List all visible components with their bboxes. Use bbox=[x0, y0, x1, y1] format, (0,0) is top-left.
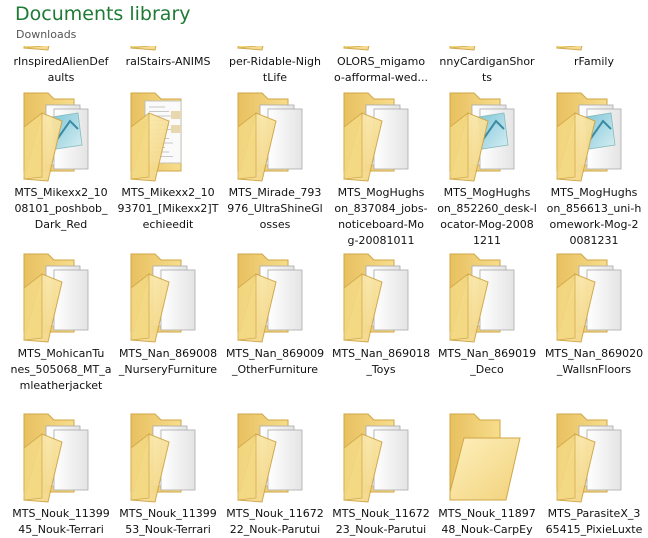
library-location[interactable]: Downloads bbox=[16, 28, 76, 41]
folder-with-files-icon bbox=[8, 408, 114, 504]
folder-with-files-icon bbox=[222, 248, 328, 344]
folder-with-pages-icon bbox=[115, 87, 221, 183]
folder-label: MTS_Nan_869009 _OtherFurniture bbox=[225, 347, 325, 376]
folder-with-files-icon bbox=[328, 87, 434, 183]
library-title: Documents library bbox=[15, 3, 191, 25]
folder-label: MTS_Nouk_11399 45_Nouk-Terrari bbox=[12, 507, 110, 536]
folder-with-files-icon bbox=[115, 248, 221, 344]
folder-label: MTS_MogHughs on_837084_jobs- noticeboard… bbox=[334, 186, 428, 247]
folder-label: rFamily bbox=[574, 55, 614, 68]
folder-label: rInspiredAlienDef aults bbox=[13, 55, 109, 84]
folder-with-files-icon bbox=[222, 408, 328, 504]
folder-label: MTS_MohicanTu nes_505068_MT_a mleatherja… bbox=[10, 347, 112, 392]
folder-label: MTS_Nouk_11399 53_Nouk-Terrari bbox=[119, 507, 217, 536]
folder-with-files-icon bbox=[328, 248, 434, 344]
folder-label: MTS_Nouk_11672 22_Nouk-Parutui bbox=[226, 507, 324, 536]
folder-label: OLORS_migamo o-afformal-wed... bbox=[334, 55, 428, 84]
folder-label: MTS_Nan_869019 _Deco bbox=[437, 347, 537, 376]
folder-label: MTS_Nouk_11672 23_Nouk-Parutui bbox=[332, 507, 430, 536]
folder-label: MTS_Nan_869008 _NurseryFurniture bbox=[118, 347, 218, 376]
library-header: Documents library Downloads bbox=[0, 0, 648, 46]
folder-label: MTS_Nan_869020 _WallsnFloors bbox=[544, 347, 644, 376]
folder-with-document-icon bbox=[541, 87, 647, 183]
folder-with-files-icon bbox=[115, 408, 221, 504]
folder-with-files-icon bbox=[541, 408, 647, 504]
folder-with-files-icon bbox=[541, 248, 647, 344]
folder-with-files-icon bbox=[328, 408, 434, 504]
folder-label: nnyCardiganShor ts bbox=[439, 55, 535, 84]
folder-label: MTS_Mirade_793 976_UltraShineGl osses bbox=[227, 186, 323, 231]
folder-label: per-Ridable-Nigh tLife bbox=[229, 55, 321, 84]
folder-label: MTS_MogHughs on_852260_desk-l ocator-Mog… bbox=[437, 186, 537, 247]
folder-with-document-icon bbox=[8, 87, 114, 183]
folder-label: MTS_ParasiteX_3 65415_PixieLuxte bbox=[545, 507, 643, 536]
folder-label: MTS_Mikexx2_10 08101_poshbob_ Dark_Red bbox=[14, 186, 108, 231]
folder-label: MTS_Nouk_11897 48_Nouk-CarpEy bbox=[438, 507, 536, 536]
folder-with-files-icon bbox=[8, 248, 114, 344]
folder-label: MTS_Nan_869018 _Toys bbox=[331, 347, 431, 376]
folder-with-document-icon bbox=[434, 87, 540, 183]
folder-label: ralStairs-ANIMS bbox=[125, 55, 211, 68]
folder-label: MTS_MogHughs on_856613_uni-h omework-Mog… bbox=[546, 186, 642, 247]
folder-with-files-icon bbox=[222, 87, 328, 183]
empty-folder-icon bbox=[434, 408, 540, 504]
folder-label: MTS_Mikexx2_10 93701_[Mikexx2]T echieedi… bbox=[117, 186, 219, 231]
file-grid: rInspiredAlienDef aults ralStairs-ANIMS pe… bbox=[0, 0, 648, 536]
folder-with-files-icon bbox=[434, 248, 540, 344]
